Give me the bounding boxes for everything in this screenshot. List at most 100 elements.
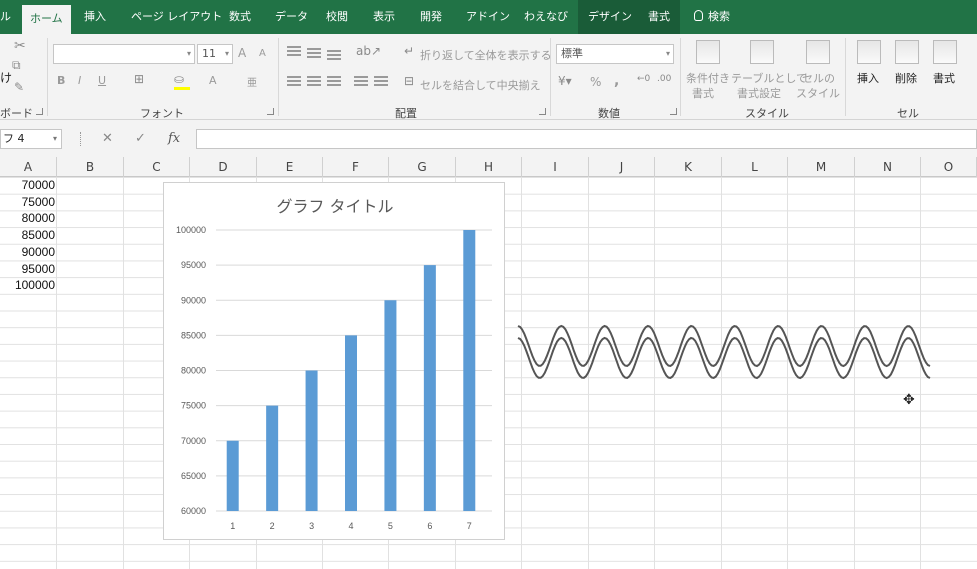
insert-function-button[interactable]: fx [168, 129, 180, 149]
tab-8[interactable]: 開発 [420, 0, 442, 34]
currency-icon[interactable]: ¥▾ [558, 74, 572, 88]
merge-center-button[interactable]: セルを結合して中央揃え [420, 77, 541, 93]
format-button[interactable]: 書式 [933, 70, 955, 86]
wave-shape[interactable] [510, 318, 940, 386]
borders-icon[interactable]: ⊞ [134, 72, 144, 86]
decrease-indent-icon[interactable] [354, 76, 368, 86]
clipboard-launcher-icon[interactable] [36, 108, 43, 115]
tab-4[interactable]: 数式 [229, 0, 251, 34]
bar-6[interactable] [423, 265, 436, 511]
paste-button[interactable]: け [0, 69, 12, 86]
cell-styles-icon[interactable] [806, 40, 830, 64]
tab-5[interactable]: データ [275, 0, 308, 34]
bar-chart[interactable]: グラフ タイトル 60000 65000 70000 75000 80000 85000 9… [163, 182, 505, 540]
delete-cells-icon[interactable] [895, 40, 919, 64]
underline-button[interactable]: U [98, 74, 106, 87]
font-name-combo[interactable]: ▾ [53, 44, 195, 64]
align-center-icon[interactable] [307, 76, 321, 86]
tab-12[interactable]: 書式 [638, 0, 680, 34]
bar-7[interactable] [463, 230, 476, 511]
conditional-format-label-2[interactable]: 書式 [692, 85, 714, 101]
tab-11[interactable]: デザイン [578, 0, 642, 34]
merge-center-icon[interactable]: ⊟ [404, 74, 414, 88]
align-right-icon[interactable] [327, 76, 341, 86]
phonetic-button[interactable]: 亜 [247, 74, 257, 89]
bar-4[interactable] [345, 335, 357, 511]
conditional-format-icon[interactable] [696, 40, 720, 64]
cell-styles-label-2[interactable]: スタイル [796, 85, 840, 101]
format-painter-icon[interactable]: ✎ [14, 80, 24, 94]
column-header-j[interactable]: J [589, 157, 655, 177]
italic-button[interactable]: I [78, 74, 81, 87]
cell-a3[interactable]: 80000 [0, 210, 55, 226]
increase-indent-icon[interactable] [374, 76, 388, 86]
align-top-icon[interactable] [287, 46, 301, 56]
column-header-n[interactable]: N [855, 157, 921, 177]
formula-input[interactable] [196, 129, 977, 149]
tab-2[interactable]: 挿入 [84, 0, 106, 34]
tell-me-search[interactable]: 検索 [694, 0, 730, 34]
increase-decimal-icon[interactable]: ←0 [637, 74, 650, 84]
fill-color-icon[interactable]: ⛀ [174, 72, 184, 86]
cancel-icon[interactable]: ✕ [102, 129, 113, 149]
decrease-decimal-icon[interactable]: .00 [657, 74, 671, 84]
number-launcher-icon[interactable] [670, 108, 677, 115]
bar-2[interactable] [266, 405, 279, 511]
number-format-combo[interactable]: 標準 ▾ [556, 44, 674, 64]
align-bottom-icon[interactable] [327, 50, 341, 60]
column-header-o[interactable]: O [921, 157, 977, 177]
alignment-launcher-icon[interactable] [539, 108, 546, 115]
cut-icon[interactable]: ✂ [14, 38, 26, 54]
percent-button[interactable]: % [590, 75, 601, 89]
cell-a1[interactable]: 70000 [0, 177, 55, 193]
font-size-combo[interactable]: 11 ▾ [197, 44, 233, 64]
format-as-table-icon[interactable] [750, 40, 774, 64]
copy-icon[interactable]: ⧉ [12, 58, 21, 73]
format-cells-icon[interactable] [933, 40, 957, 64]
insert-cells-icon[interactable] [857, 40, 881, 64]
enter-icon[interactable]: ✓ [135, 129, 146, 149]
bar-5[interactable] [384, 300, 397, 511]
cell-a4[interactable]: 85000 [0, 227, 55, 243]
name-box-splitter[interactable] [80, 132, 82, 146]
tab-0[interactable]: ル [0, 0, 11, 34]
column-header-m[interactable]: M [788, 157, 855, 177]
insert-button[interactable]: 挿入 [857, 70, 879, 86]
font-color-button[interactable]: A [209, 74, 217, 87]
column-header-c[interactable]: C [124, 157, 190, 177]
column-header-i[interactable]: I [522, 157, 589, 177]
cell-styles-label-1[interactable]: セルの [802, 70, 835, 86]
bar-3[interactable] [305, 370, 318, 512]
font-launcher-icon[interactable] [267, 108, 274, 115]
wrap-text-icon[interactable]: ↵ [404, 44, 414, 58]
column-header-k[interactable]: K [655, 157, 722, 177]
comma-button[interactable]: , [614, 73, 619, 89]
shrink-font-button[interactable]: A [259, 48, 266, 59]
column-header-e[interactable]: E [257, 157, 323, 177]
wrap-text-button[interactable]: 折り返して全体を表示する [420, 47, 552, 63]
orientation-icon[interactable]: ab↗ [356, 44, 381, 58]
align-left-icon[interactable] [287, 76, 301, 86]
cell-a5[interactable]: 90000 [0, 244, 55, 260]
delete-button[interactable]: 削除 [895, 70, 917, 86]
tab-3[interactable]: ページ レイアウト [131, 0, 222, 34]
tab-9[interactable]: アドイン [466, 0, 510, 34]
cell-a7[interactable]: 100000 [0, 277, 55, 293]
tab-7[interactable]: 表示 [373, 0, 395, 34]
conditional-format-label-1[interactable]: 条件付き [686, 70, 730, 86]
grow-font-button[interactable]: A [238, 46, 246, 60]
tab-6[interactable]: 校閲 [326, 0, 348, 34]
tab-1[interactable]: ホーム [22, 5, 71, 34]
name-box[interactable]: フ 4 ▾ [0, 129, 62, 149]
column-header-l[interactable]: L [722, 157, 788, 177]
column-header-h[interactable]: H [456, 157, 522, 177]
format-as-table-label-2[interactable]: 書式設定 [737, 85, 781, 101]
column-header-f[interactable]: F [323, 157, 389, 177]
align-middle-icon[interactable] [307, 48, 321, 58]
cell-a2[interactable]: 75000 [0, 194, 55, 210]
column-header-g[interactable]: G [389, 157, 456, 177]
column-header-b[interactable]: B [57, 157, 124, 177]
bar-1[interactable] [226, 440, 239, 511]
column-header-d[interactable]: D [190, 157, 257, 177]
tab-10[interactable]: わえなび [524, 0, 568, 34]
